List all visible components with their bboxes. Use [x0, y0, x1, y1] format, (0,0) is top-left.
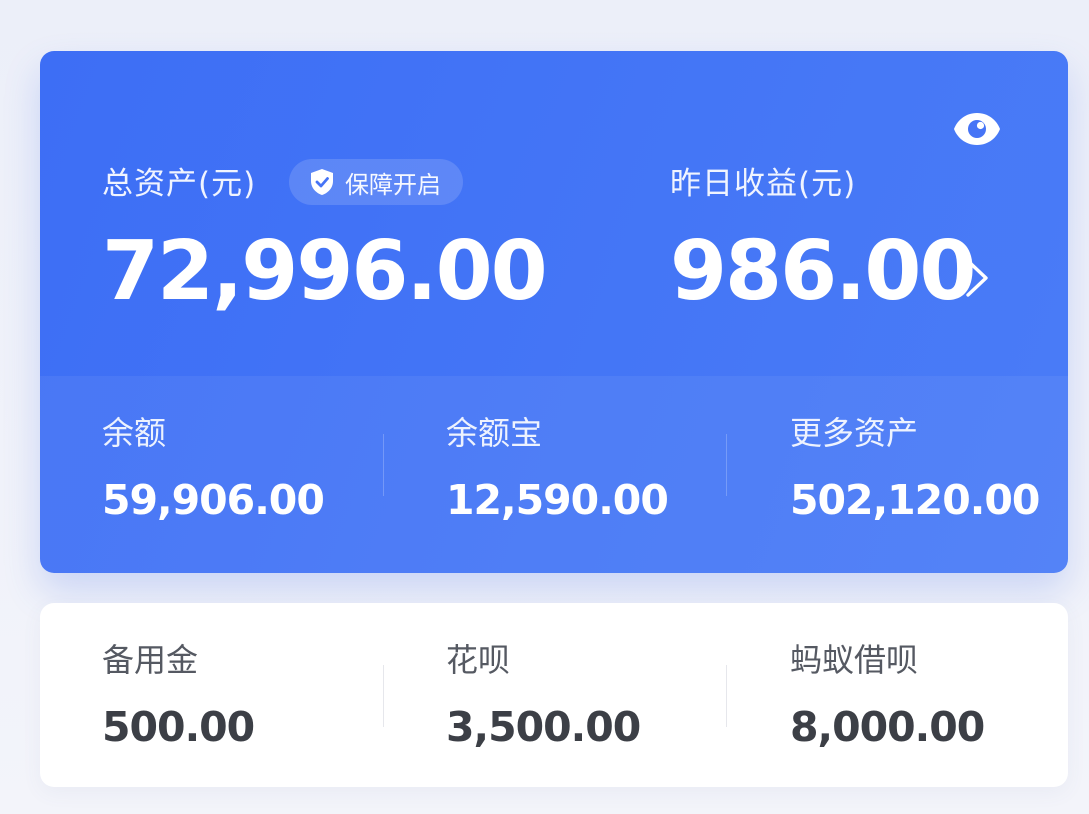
visibility-toggle-button[interactable] — [952, 109, 1002, 149]
account-value: 12,590.00 — [446, 476, 669, 524]
credit-value: 8,000.00 — [790, 703, 985, 751]
total-assets-label: 总资产(元) — [102, 166, 257, 202]
account-value: 59,906.00 — [102, 476, 325, 524]
chevron-right-icon[interactable] — [958, 253, 998, 303]
yesterday-earnings-label: 昨日收益(元) — [670, 166, 857, 202]
column-divider — [726, 434, 727, 496]
assets-summary-card: 总资产(元) 保障开启 72,996.00 昨日收益(元) 986.00 余额 … — [40, 51, 1068, 573]
protection-badge[interactable]: 保障开启 — [289, 159, 463, 205]
column-divider — [383, 665, 384, 727]
credit-label: 备用金 — [102, 641, 199, 679]
shield-check-icon — [311, 169, 333, 195]
protection-badge-label: 保障开启 — [345, 170, 441, 199]
yesterday-earnings-value[interactable]: 986.00 — [670, 227, 976, 317]
eye-icon — [954, 113, 1000, 145]
credit-value: 500.00 — [102, 703, 255, 751]
credit-label: 花呗 — [446, 641, 511, 679]
total-assets-value: 72,996.00 — [102, 224, 548, 319]
credit-card: 备用金 500.00 花呗 3,500.00 蚂蚁借呗 8,000.00 — [40, 603, 1068, 787]
column-divider — [383, 434, 384, 496]
account-label: 余额 — [102, 414, 167, 452]
account-label: 更多资产 — [790, 414, 919, 452]
account-value: 502,120.00 — [790, 476, 1040, 524]
credit-label: 蚂蚁借呗 — [790, 641, 919, 679]
column-divider — [726, 665, 727, 727]
credit-value: 3,500.00 — [446, 703, 641, 751]
account-label: 余额宝 — [446, 414, 543, 452]
accounts-band — [40, 376, 1068, 573]
